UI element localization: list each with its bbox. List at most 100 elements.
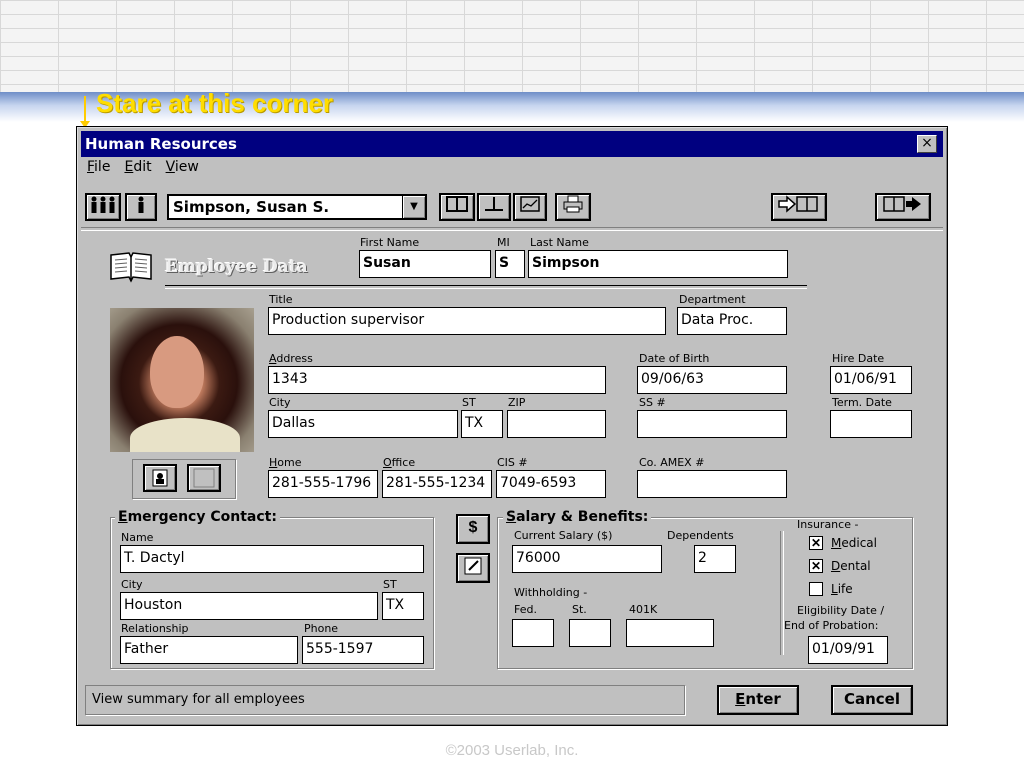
first-name-field[interactable]: Susan xyxy=(359,250,491,278)
life-checkbox[interactable] xyxy=(809,582,823,596)
single-employee-button[interactable] xyxy=(125,193,157,221)
slide-annotation: Stare at this corner xyxy=(96,88,333,118)
amex-field[interactable] xyxy=(637,470,787,498)
relationship-label: Relationship xyxy=(121,622,189,635)
emergency-contact-title: Emergency Contact: xyxy=(115,509,280,525)
import-button[interactable] xyxy=(771,193,827,221)
fed-withholding-field[interactable] xyxy=(512,619,554,647)
title-label: Title xyxy=(269,293,293,306)
mi-label: MI xyxy=(497,236,510,249)
salary-benefits-title: Salary & Benefits: xyxy=(503,509,652,525)
mi-field[interactable]: S xyxy=(495,250,525,278)
person-icon xyxy=(138,196,144,213)
ss-field[interactable] xyxy=(637,410,787,438)
home-phone-field[interactable]: 281-555-1796 xyxy=(268,470,378,498)
toolbar: Simpson, Susan S. ▼ xyxy=(81,189,943,227)
amex-label: Co. AMEX # xyxy=(639,456,705,469)
dob-field[interactable]: 09/06/63 xyxy=(637,366,787,394)
city-label: City xyxy=(269,396,291,409)
book-icon xyxy=(110,252,152,283)
emergency-phone-field[interactable]: 555-1597 xyxy=(302,636,424,664)
401k-label: 401K xyxy=(629,603,658,616)
dependents-field[interactable]: 2 xyxy=(694,545,736,573)
term-date-label: Term. Date xyxy=(832,396,892,409)
dollar-icon: $ xyxy=(468,519,478,536)
eligibility-date-field[interactable]: 01/09/91 xyxy=(808,636,888,664)
term-date-field[interactable] xyxy=(830,410,912,438)
notes-button[interactable] xyxy=(456,553,490,583)
dental-label: Dental xyxy=(831,559,871,573)
window-titlebar[interactable]: Human Resources × xyxy=(81,131,943,157)
dental-checkbox[interactable]: ✕ xyxy=(809,559,823,573)
print-button[interactable] xyxy=(555,193,591,221)
current-salary-field[interactable]: 76000 xyxy=(512,545,662,573)
copyright: ©2003 Userlab, Inc. xyxy=(445,742,579,759)
medical-label: Medical xyxy=(831,536,877,550)
life-label: Life xyxy=(831,582,853,596)
cis-label: CIS # xyxy=(497,456,528,469)
org-chart-icon xyxy=(485,197,503,211)
blank-frame-icon xyxy=(193,468,215,488)
state-field[interactable]: TX xyxy=(461,410,503,438)
emergency-city-label: City xyxy=(121,578,143,591)
medical-checkbox[interactable]: ✕ xyxy=(809,536,823,550)
home-phone-label: Home xyxy=(269,456,302,469)
close-button[interactable]: × xyxy=(917,135,937,153)
photo-face xyxy=(150,336,204,408)
dependents-label: Dependents xyxy=(667,529,734,542)
title-field[interactable]: Production supervisor xyxy=(268,307,666,335)
department-field[interactable]: Data Proc. xyxy=(677,307,787,335)
zip-field[interactable] xyxy=(507,410,606,438)
org-chart-button[interactable] xyxy=(477,193,511,221)
edit-note-icon xyxy=(464,557,482,575)
menu-edit[interactable]: Edit xyxy=(124,159,151,175)
state-withholding-field[interactable] xyxy=(569,619,611,647)
insurance-label: Insurance - xyxy=(797,518,859,531)
header-rule xyxy=(165,285,807,289)
status-text: View summary for all employees xyxy=(92,692,305,707)
blank-photo-button[interactable] xyxy=(187,464,221,492)
menu-file[interactable]: File xyxy=(87,159,110,175)
ss-label: SS # xyxy=(639,396,666,409)
toolbar-separator xyxy=(81,227,943,231)
chevron-down-icon[interactable]: ▼ xyxy=(402,196,425,218)
401k-field[interactable] xyxy=(626,619,714,647)
menu-view[interactable]: View xyxy=(166,159,199,175)
all-employees-button[interactable] xyxy=(85,193,121,221)
zip-label: ZIP xyxy=(508,396,526,409)
dob-label: Date of Birth xyxy=(639,352,710,365)
state-label: ST xyxy=(462,396,476,409)
people-group-icon xyxy=(91,196,115,213)
current-salary-label: Current Salary ($) xyxy=(514,529,613,542)
cis-field[interactable]: 7049-6593 xyxy=(496,470,606,498)
employee-select[interactable]: Simpson, Susan S. ▼ xyxy=(167,194,427,220)
first-name-label: First Name xyxy=(360,236,420,249)
enter-button[interactable]: Enter xyxy=(717,685,799,715)
address-field[interactable]: 1343 xyxy=(268,366,606,394)
salary-button[interactable]: $ xyxy=(456,514,490,544)
withholding-label: Withholding - xyxy=(514,586,588,599)
section-title: Employee Data xyxy=(165,257,308,277)
hire-date-field[interactable]: 01/06/91 xyxy=(830,366,912,394)
photo-controls xyxy=(132,459,236,499)
chart-button[interactable] xyxy=(513,193,547,221)
cancel-button[interactable]: Cancel xyxy=(831,685,913,715)
line-chart-icon xyxy=(520,196,540,212)
employee-select-value: Simpson, Susan S. xyxy=(173,198,330,216)
arrow-out-box-icon xyxy=(883,196,921,212)
emergency-phone-label: Phone xyxy=(304,622,339,635)
emergency-state-field[interactable]: TX xyxy=(382,592,424,620)
emergency-city-field[interactable]: Houston xyxy=(120,592,378,620)
view-photo-button[interactable] xyxy=(143,464,177,492)
office-phone-field[interactable]: 281-555-1234 xyxy=(382,470,492,498)
employee-photo xyxy=(110,308,254,452)
form-view-button[interactable] xyxy=(439,193,475,221)
status-bar: View summary for all employees xyxy=(85,685,685,715)
emergency-name-field[interactable]: T. Dactyl xyxy=(120,545,424,573)
export-button[interactable] xyxy=(875,193,931,221)
city-field[interactable]: Dallas xyxy=(268,410,458,438)
last-name-field[interactable]: Simpson xyxy=(528,250,788,278)
emergency-name-label: Name xyxy=(121,531,154,544)
relationship-field[interactable]: Father xyxy=(120,636,298,664)
end-probation-label: End of Probation: xyxy=(784,619,879,632)
